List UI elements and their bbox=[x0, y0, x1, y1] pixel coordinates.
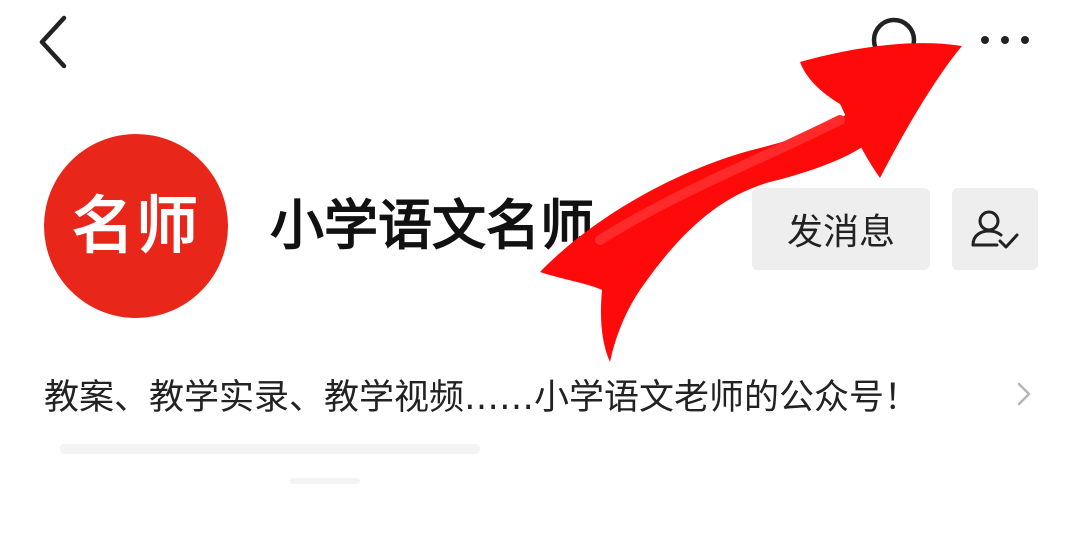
account-intro-row[interactable]: 教案、教学实录、教学视频……小学语文老师的公众号！ bbox=[44, 364, 1034, 424]
avatar-text: 名师 bbox=[71, 189, 200, 262]
account-intro-text: 教案、教学实录、教学视频……小学语文老师的公众号！ bbox=[44, 377, 920, 418]
send-message-button[interactable]: 发消息 bbox=[752, 188, 930, 270]
user-check-icon bbox=[971, 210, 1019, 249]
chevron-left-icon bbox=[39, 15, 67, 69]
faint-divider bbox=[290, 478, 360, 484]
back-button[interactable] bbox=[30, 10, 80, 70]
account-avatar[interactable]: 名师 bbox=[44, 134, 228, 318]
faint-divider bbox=[60, 444, 480, 454]
search-icon bbox=[871, 17, 923, 69]
account-name: 小学语文名师 bbox=[270, 194, 594, 257]
more-horizontal-icon bbox=[981, 36, 1029, 44]
followed-button[interactable] bbox=[952, 188, 1038, 270]
chevron-right-icon bbox=[1004, 374, 1034, 414]
more-button[interactable] bbox=[970, 20, 1040, 60]
search-button[interactable] bbox=[862, 8, 932, 69]
